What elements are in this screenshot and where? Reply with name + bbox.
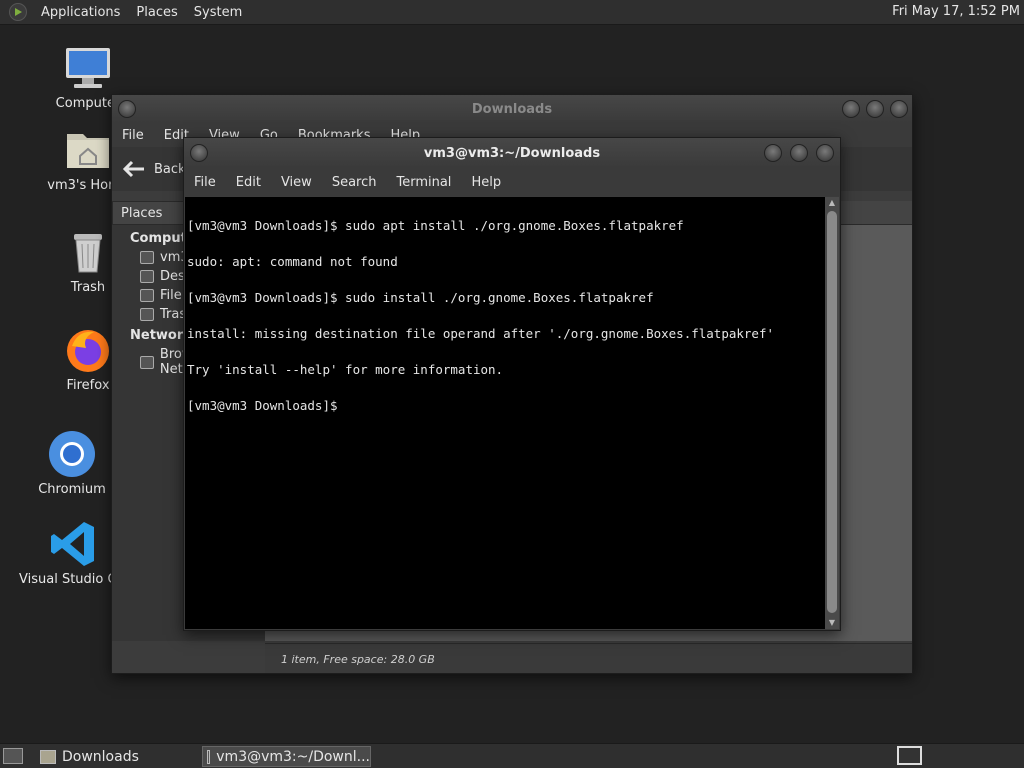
term-menu-search[interactable]: Search bbox=[322, 175, 387, 190]
term-menu-edit[interactable]: Edit bbox=[226, 175, 271, 190]
term-menu-help[interactable]: Help bbox=[461, 175, 511, 190]
chromium-icon bbox=[48, 430, 96, 478]
terminal-line: install: missing destination file operan… bbox=[187, 326, 774, 341]
distro-logo-icon[interactable] bbox=[9, 3, 27, 21]
terminal-window[interactable]: vm3@vm3:~/Downloads File Edit View Searc… bbox=[183, 137, 841, 631]
close-button[interactable] bbox=[816, 144, 834, 162]
vscode-icon bbox=[50, 520, 98, 568]
term-menu-terminal[interactable]: Terminal bbox=[386, 175, 461, 190]
fm-menu-file[interactable]: File bbox=[112, 128, 154, 143]
status-bar: 1 item, Free space: 28.0 GB bbox=[265, 643, 912, 673]
terminal-line: sudo: apt: command not found bbox=[187, 254, 398, 269]
terminal-line: [vm3@vm3 Downloads]$ sudo apt install ./… bbox=[187, 218, 684, 233]
minimize-button[interactable] bbox=[764, 144, 782, 162]
computer-icon bbox=[64, 44, 112, 92]
desktop-icon-label: Visual Studio Code bbox=[19, 572, 119, 587]
scroll-down-icon[interactable]: ▼ bbox=[825, 617, 839, 629]
back-label: Back bbox=[154, 161, 186, 177]
taskbar-item-downloads[interactable]: Downloads bbox=[36, 746, 196, 767]
maximize-button[interactable] bbox=[790, 144, 808, 162]
minimize-button[interactable] bbox=[842, 100, 860, 118]
terminal-line: [vm3@vm3 Downloads]$ sudo install ./org.… bbox=[187, 290, 654, 305]
places-menu[interactable]: Places bbox=[128, 5, 185, 20]
file-manager-title: Downloads bbox=[471, 101, 553, 117]
window-menu-button[interactable] bbox=[118, 100, 136, 118]
show-desktop-icon[interactable] bbox=[3, 748, 23, 764]
home-folder-icon bbox=[64, 126, 112, 174]
terminal-title: vm3@vm3:~/Downloads bbox=[423, 145, 601, 161]
folder-icon bbox=[40, 749, 56, 764]
terminal-icon bbox=[207, 749, 211, 764]
bottom-panel: Downloads vm3@vm3:~/Downl... bbox=[0, 743, 1024, 768]
terminal-menubar: File Edit View Search Terminal Help bbox=[184, 168, 840, 196]
clock[interactable]: Fri May 17, 1:52 PM bbox=[892, 4, 1020, 19]
trash-icon bbox=[64, 228, 112, 276]
applications-menu[interactable]: Applications bbox=[33, 5, 128, 20]
back-arrow-icon bbox=[122, 160, 144, 178]
term-menu-view[interactable]: View bbox=[271, 175, 322, 190]
term-menu-file[interactable]: File bbox=[184, 175, 226, 190]
firefox-icon bbox=[64, 326, 112, 374]
drive-icon bbox=[140, 289, 154, 302]
network-icon bbox=[140, 355, 154, 369]
workspace-switcher[interactable] bbox=[897, 746, 922, 765]
terminal-titlebar[interactable]: vm3@vm3:~/Downloads bbox=[184, 138, 840, 168]
file-manager-titlebar[interactable]: Downloads bbox=[112, 95, 912, 123]
taskbar-item-terminal[interactable]: vm3@vm3:~/Downl... bbox=[202, 746, 371, 767]
back-button[interactable]: Back bbox=[122, 160, 186, 178]
terminal-prompt-line: [vm3@vm3 Downloads]$ bbox=[187, 398, 346, 413]
top-panel: Applications Places System Fri May 17, 1… bbox=[0, 0, 1024, 25]
terminal-scrollbar[interactable]: ▲ ▼ bbox=[825, 197, 839, 629]
trash-icon bbox=[140, 308, 154, 321]
maximize-button[interactable] bbox=[866, 100, 884, 118]
desktop-icon bbox=[140, 270, 154, 283]
window-menu-button[interactable] bbox=[190, 144, 208, 162]
scrollbar-thumb[interactable] bbox=[827, 211, 837, 613]
close-button[interactable] bbox=[890, 100, 908, 118]
terminal-output[interactable]: [vm3@vm3 Downloads]$ sudo apt install ./… bbox=[185, 197, 826, 629]
system-menu[interactable]: System bbox=[186, 5, 250, 20]
scroll-up-icon[interactable]: ▲ bbox=[825, 197, 839, 209]
terminal-line: Try 'install --help' for more informatio… bbox=[187, 362, 504, 377]
home-icon bbox=[140, 251, 154, 264]
